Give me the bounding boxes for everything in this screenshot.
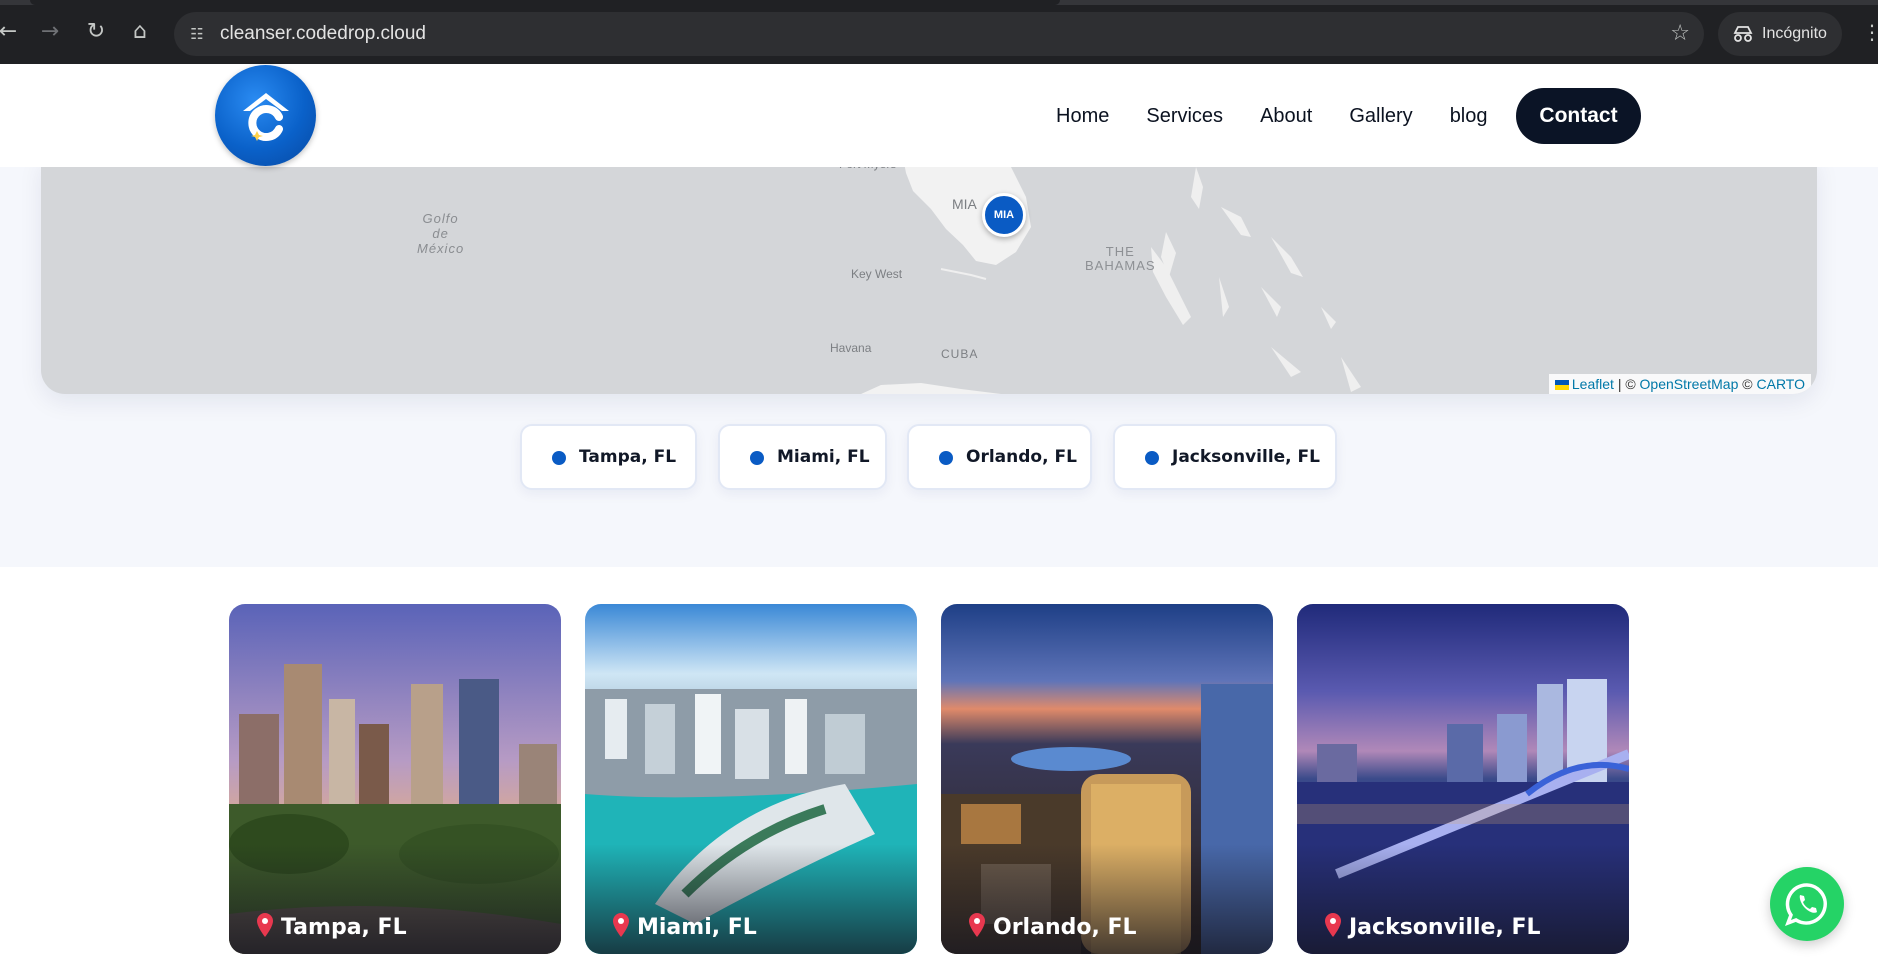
city-card-label: Miami, FL bbox=[611, 912, 757, 942]
map-land-layer bbox=[861, 157, 1361, 394]
logo[interactable] bbox=[215, 65, 316, 166]
city-cards-section: Tampa, FL Miami, FL Orlando, FL Jacksonv… bbox=[0, 567, 1878, 971]
map-label-havana: Havana bbox=[830, 341, 872, 355]
map-label-cuba: CUBA bbox=[941, 347, 979, 361]
city-card-label: Tampa, FL bbox=[255, 912, 407, 942]
location-pin-icon bbox=[969, 913, 985, 937]
leaflet-link[interactable]: Leaflet bbox=[1572, 376, 1614, 392]
city-card-label: Orlando, FL bbox=[967, 912, 1137, 942]
map-marker-mia[interactable]: MIA bbox=[982, 193, 1026, 237]
location-dot-icon bbox=[1145, 451, 1159, 465]
carto-link[interactable]: CARTO bbox=[1757, 376, 1806, 392]
location-dot-icon bbox=[552, 451, 566, 465]
city-card-jacksonville[interactable]: Jacksonville, FL bbox=[1297, 604, 1629, 954]
location-pill-label: Jacksonville, FL bbox=[1172, 447, 1320, 467]
nav-services[interactable]: Services bbox=[1146, 88, 1223, 144]
map-label-gulf: Golfo de México bbox=[417, 211, 465, 256]
site-header: Home Services About Gallery blog Contact bbox=[0, 64, 1878, 167]
city-card-title: Miami, FL bbox=[637, 915, 757, 940]
city-card-title: Jacksonville, FL bbox=[1349, 915, 1541, 940]
map-label-mia: MIA bbox=[952, 196, 977, 212]
whatsapp-icon bbox=[1785, 883, 1827, 926]
service-map[interactable]: Golfo de México Fort Myers MIA Key West … bbox=[41, 157, 1817, 394]
service-area-section: Golfo de México Fort Myers MIA Key West … bbox=[0, 157, 1878, 567]
city-card-title: Tampa, FL bbox=[281, 915, 407, 940]
location-pill-label: Tampa, FL bbox=[579, 447, 677, 467]
browser-toolbar: ← → ↻ ⌂ ☷ cleanser.codedrop.cloud ☆ Incó… bbox=[0, 0, 1878, 64]
city-card-miami[interactable]: Miami, FL bbox=[585, 604, 917, 954]
ukraine-flag-icon bbox=[1554, 380, 1569, 390]
location-pills: Tampa, FL Miami, FL Orlando, FL Jacksonv… bbox=[0, 424, 1878, 490]
forward-icon[interactable]: → bbox=[36, 18, 64, 46]
location-dot-icon bbox=[750, 451, 764, 465]
nav-gallery[interactable]: Gallery bbox=[1349, 88, 1412, 144]
menu-icon[interactable]: ⋮ bbox=[1862, 22, 1878, 42]
attribution-separator: | © bbox=[1617, 376, 1636, 392]
site-info-icon[interactable]: ☷ bbox=[186, 23, 208, 45]
map-attribution: Leaflet | © OpenStreetMap © CARTO bbox=[1548, 374, 1811, 394]
location-pill-label: Orlando, FL bbox=[966, 447, 1077, 467]
map-label-key-west: Key West bbox=[851, 267, 903, 281]
location-pin-icon bbox=[1325, 913, 1341, 937]
map-label-bahamas: THE BAHAMAS bbox=[1085, 244, 1156, 273]
active-tab[interactable] bbox=[30, 0, 1060, 5]
incognito-label: Incógnito bbox=[1762, 25, 1827, 42]
address-bar[interactable]: ☷ cleanser.codedrop.cloud ☆ bbox=[174, 12, 1704, 56]
city-card-label: Jacksonville, FL bbox=[1323, 912, 1541, 942]
location-pin-icon bbox=[257, 913, 273, 937]
logo-mark-icon bbox=[243, 93, 289, 141]
nav-home[interactable]: Home bbox=[1056, 88, 1109, 144]
reload-icon[interactable]: ↻ bbox=[82, 18, 110, 46]
openstreetmap-link[interactable]: OpenStreetMap bbox=[1640, 376, 1739, 392]
tab-strip bbox=[0, 0, 1878, 5]
main-nav: Home Services About Gallery blog Contact bbox=[1056, 88, 1641, 144]
location-pill-orlando[interactable]: Orlando, FL bbox=[907, 424, 1092, 490]
url-text[interactable]: cleanser.codedrop.cloud bbox=[220, 23, 426, 45]
city-card-title: Orlando, FL bbox=[993, 915, 1137, 940]
location-pill-label: Miami, FL bbox=[777, 447, 870, 467]
incognito-icon bbox=[1733, 26, 1753, 42]
location-pill-tampa[interactable]: Tampa, FL bbox=[520, 424, 697, 490]
back-icon[interactable]: ← bbox=[0, 18, 22, 46]
incognito-badge[interactable]: Incógnito bbox=[1718, 12, 1842, 56]
location-pin-icon bbox=[613, 913, 629, 937]
nav-blog[interactable]: blog bbox=[1450, 88, 1488, 144]
location-pill-jacksonville[interactable]: Jacksonville, FL bbox=[1113, 424, 1337, 490]
location-dot-icon bbox=[939, 451, 953, 465]
attribution-copy: © bbox=[1742, 376, 1753, 392]
location-pill-miami[interactable]: Miami, FL bbox=[718, 424, 887, 490]
bookmark-star-icon[interactable]: ☆ bbox=[1670, 21, 1690, 47]
whatsapp-button[interactable] bbox=[1770, 867, 1844, 941]
city-card-orlando[interactable]: Orlando, FL bbox=[941, 604, 1273, 954]
nav-about[interactable]: About bbox=[1260, 88, 1312, 144]
home-icon[interactable]: ⌂ bbox=[126, 18, 154, 46]
contact-button[interactable]: Contact bbox=[1516, 88, 1641, 144]
city-card-tampa[interactable]: Tampa, FL bbox=[229, 604, 561, 954]
